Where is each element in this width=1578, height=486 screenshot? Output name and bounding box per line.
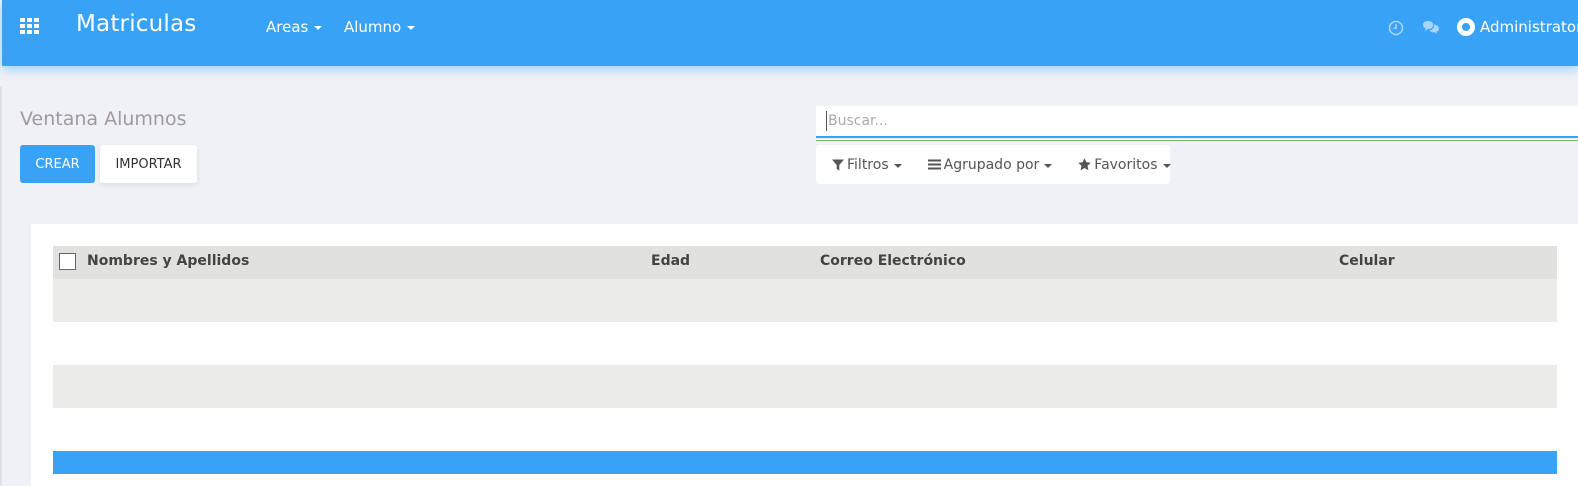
avatar-icon [1457,18,1475,36]
caret-down-icon [407,26,416,30]
select-all-checkbox[interactable] [59,253,76,270]
user-menu[interactable]: Administrator [1457,18,1578,36]
filters-dropdown[interactable]: Filtros [832,157,902,173]
caret-down-icon [314,26,323,30]
column-header-edad[interactable]: Edad [651,253,690,269]
menu-alumno-label: Alumno [344,18,402,36]
app-title: Matriculas [76,11,197,37]
menu-areas[interactable]: Areas [266,18,323,36]
chat-icon[interactable] [1422,19,1440,37]
menu-areas-label: Areas [266,18,309,36]
list-view-panel: Nombres y Apellidos Edad Correo Electrón… [31,224,1578,486]
left-divider [0,86,2,486]
group-by-label: Agrupado por [943,156,1040,173]
user-name: Administrator [1480,18,1578,36]
star-icon [1078,158,1092,171]
table-row [53,279,1557,322]
table-row [53,322,1557,365]
search-bar [816,106,1578,141]
create-button[interactable]: CREAR [20,145,95,183]
column-header-correo[interactable]: Correo Electrónico [820,253,966,269]
search-options-bar: Filtros Agrupado por Favoritos [816,145,1171,184]
top-navbar: Matriculas Areas Alumno Administrator [2,0,1578,66]
group-by-dropdown[interactable]: Agrupado por [927,156,1053,173]
caret-down-icon [1162,163,1171,168]
filters-label: Filtros [847,156,889,173]
search-input[interactable] [826,111,1566,131]
import-button[interactable]: IMPORTAR [100,145,197,183]
table-header: Nombres y Apellidos Edad Correo Electrón… [53,246,1557,279]
favorites-label: Favoritos [1094,156,1158,173]
column-header-nombres[interactable]: Nombres y Apellidos [87,253,249,269]
page-title: Ventana Alumnos [20,108,187,130]
caret-down-icon [893,163,902,168]
list-icon [927,159,941,170]
table-row[interactable] [53,451,1557,474]
caret-down-icon [1044,163,1053,168]
table-row [53,365,1557,408]
table-row [53,408,1557,451]
menu-alumno[interactable]: Alumno [344,18,416,36]
favorites-dropdown[interactable]: Favoritos [1078,156,1171,173]
clock-icon[interactable] [1387,19,1405,37]
filter-icon [832,159,844,170]
column-header-celular[interactable]: Celular [1339,253,1395,269]
apps-grid-icon[interactable] [20,18,40,36]
